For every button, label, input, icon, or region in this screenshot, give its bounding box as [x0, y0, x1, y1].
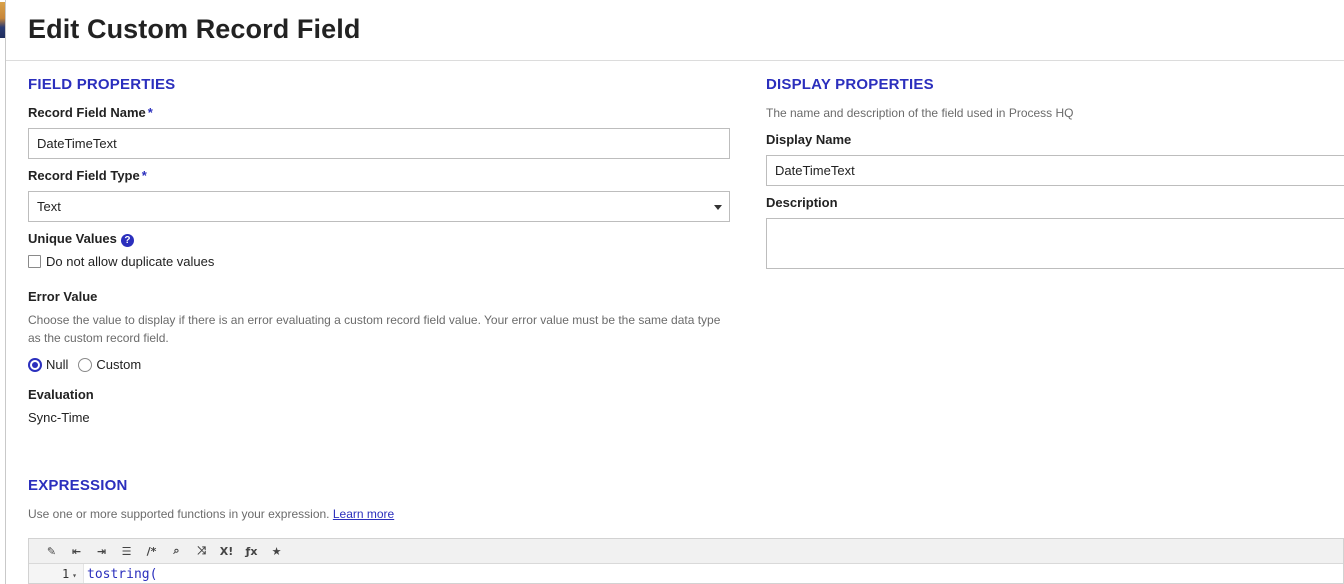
record-field-type-select[interactable]: Text — [28, 191, 730, 222]
radio-null-label[interactable]: Null — [46, 357, 68, 372]
star-icon[interactable]: ★ — [264, 541, 289, 561]
dialog-header: Edit Custom Record Field — [6, 0, 1344, 61]
description-label: Description — [766, 195, 838, 210]
chevron-down-icon — [714, 205, 722, 210]
radio-custom[interactable] — [78, 357, 93, 372]
page: Edit Custom Record Field FIELD PROPERTIE… — [0, 0, 1344, 584]
function-icon[interactable]: ƒx — [239, 541, 264, 561]
record-field-type-label: Record Field Type * — [28, 168, 147, 183]
error-value-label: Error Value — [28, 289, 98, 304]
radio-custom-label[interactable]: Custom — [96, 357, 141, 372]
record-field-name-label-text: Record Field Name — [28, 105, 146, 120]
description-textarea[interactable] — [766, 218, 1344, 269]
code-line-1[interactable]: tostring( — [87, 567, 157, 582]
error-value-option-custom[interactable]: Custom — [78, 357, 141, 372]
display-name-input[interactable]: DateTimeText — [766, 155, 1344, 186]
expression-help-text: Use one or more supported functions in y… — [28, 505, 394, 523]
search-icon[interactable]: ⌕ — [164, 541, 189, 561]
expression-help-text-body: Use one or more supported functions in y… — [28, 507, 330, 521]
error-value-help-text: Choose the value to display if there is … — [28, 313, 721, 345]
error-value-option-null[interactable]: Null — [28, 357, 68, 372]
field-properties-heading: FIELD PROPERTIES — [28, 76, 176, 93]
record-field-name-input[interactable]: DateTimeText — [28, 128, 730, 159]
error-value-radio-group: Null Custom — [28, 357, 151, 372]
factorial-icon[interactable]: X! — [214, 541, 239, 561]
display-properties-heading: DISPLAY PROPERTIES — [766, 76, 934, 93]
unique-values-label-text: Unique Values — [28, 231, 117, 246]
record-field-type-label-text: Record Field Type — [28, 168, 140, 183]
record-field-type-selected: Text — [37, 199, 61, 214]
line-number: 1 ▾ — [62, 567, 77, 581]
question-circle-icon[interactable]: ? — [120, 234, 134, 247]
list-icon[interactable]: ☰ — [114, 541, 139, 561]
outdent-icon[interactable]: ⇤ — [64, 541, 89, 561]
unique-values-checkbox-label[interactable]: Do not allow duplicate values — [46, 254, 214, 269]
line-gutter: 1 ▾ — [29, 564, 84, 583]
radio-null[interactable] — [28, 357, 42, 372]
evaluation-label: Evaluation — [28, 387, 94, 402]
display-name-label: Display Name — [766, 132, 852, 147]
expression-editor[interactable]: ✎ ⇤ ⇥ ☰ /* ⌕ ⤨ X! ƒx ★ 1 ▾ tostring( — [28, 538, 1344, 584]
line-number-text: 1 — [61, 567, 70, 581]
fold-arrow-icon[interactable]: ▾ — [72, 571, 77, 580]
display-properties-help-text: The name and description of the field us… — [766, 106, 1074, 120]
comment-icon[interactable]: /* — [139, 541, 164, 561]
unique-values-checkbox[interactable] — [28, 255, 41, 268]
learn-more-link[interactable]: Learn more — [333, 507, 394, 521]
required-marker: * — [147, 105, 153, 120]
required-marker: * — [141, 168, 147, 183]
indent-icon[interactable]: ⇥ — [89, 541, 114, 561]
edit-custom-record-field-dialog: Edit Custom Record Field FIELD PROPERTIE… — [6, 0, 1344, 584]
shuffle-icon[interactable]: ⤨ — [189, 541, 214, 561]
expression-heading: EXPRESSION — [28, 477, 128, 494]
format-icon[interactable]: ✎ — [39, 541, 64, 561]
expression-editor-toolbar: ✎ ⇤ ⇥ ☰ /* ⌕ ⤨ X! ƒx ★ — [29, 539, 1343, 564]
evaluation-value: Sync-Time — [28, 410, 90, 425]
record-field-name-label: Record Field Name * — [28, 105, 153, 120]
unique-values-checkbox-row[interactable]: Do not allow duplicate values — [28, 254, 214, 269]
dialog-title: Edit Custom Record Field — [28, 14, 361, 44]
code-area[interactable]: 1 ▾ tostring( — [29, 564, 1343, 583]
unique-values-label: Unique Values? — [28, 231, 134, 247]
